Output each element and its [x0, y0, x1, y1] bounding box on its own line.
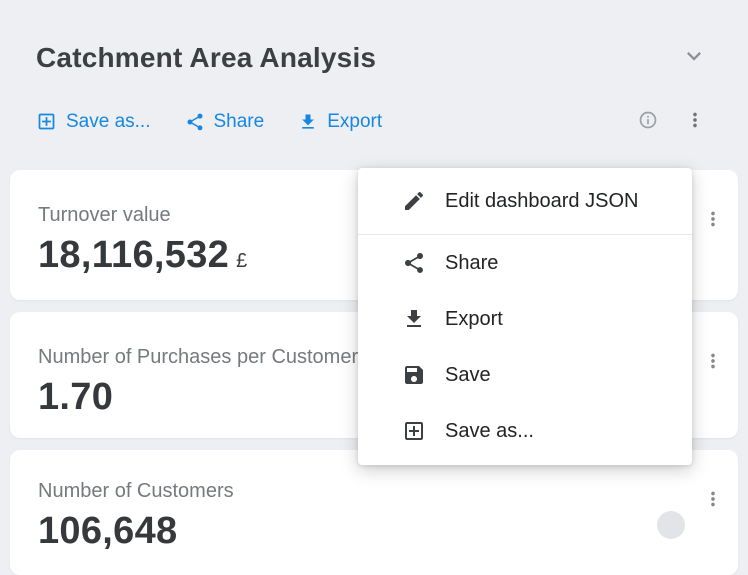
info-button[interactable]	[634, 106, 662, 137]
share-icon	[402, 251, 426, 275]
kpi-value: 18,116,532	[38, 234, 229, 277]
menu-item-label: Edit dashboard JSON	[445, 190, 638, 213]
menu-item-edit-dashboard-json[interactable]: Edit dashboard JSON	[358, 168, 692, 234]
dashboard-context-menu: Edit dashboard JSON Share Export Save	[358, 168, 692, 465]
card-menu-button[interactable]	[700, 486, 726, 515]
dashboard-header: Catchment Area Analysis Save as... Share	[0, 0, 748, 138]
pencil-icon	[402, 189, 426, 213]
menu-item-label: Share	[445, 252, 498, 275]
add-box-icon	[402, 419, 426, 443]
menu-item-export[interactable]: Export	[358, 291, 692, 347]
kebab-menu-icon	[684, 109, 706, 134]
add-box-icon	[36, 111, 57, 132]
download-icon	[402, 307, 426, 331]
chevron-down-icon	[680, 42, 708, 73]
info-icon	[638, 110, 658, 133]
circle-indicator	[657, 511, 685, 539]
kebab-menu-icon	[702, 350, 724, 375]
kpi-value-row: 106,648	[38, 510, 710, 553]
save-as-label: Save as...	[66, 111, 151, 133]
kpi-label: Number of Customers	[38, 480, 710, 503]
menu-item-label: Export	[445, 308, 503, 331]
share-icon	[185, 112, 205, 132]
card-menu-button[interactable]	[700, 206, 726, 235]
page-title: Catchment Area Analysis	[36, 42, 376, 74]
dashboard-screen: Catchment Area Analysis Save as... Share	[0, 0, 748, 575]
kpi-value: 106,648	[38, 510, 177, 553]
kpi-value: 1.70	[38, 376, 113, 419]
kpi-unit: £	[236, 250, 247, 273]
menu-item-share[interactable]: Share	[358, 235, 692, 291]
collapse-header-button[interactable]	[678, 40, 710, 75]
share-button[interactable]: Share	[185, 111, 265, 133]
share-label: Share	[214, 111, 265, 133]
menu-item-label: Save as...	[445, 420, 534, 443]
kpi-card-customers: Number of Customers 106,648	[10, 450, 738, 575]
save-icon	[402, 363, 426, 387]
kebab-menu-icon	[702, 488, 724, 513]
save-as-button[interactable]: Save as...	[36, 111, 151, 133]
card-menu-button[interactable]	[700, 348, 726, 377]
more-options-button[interactable]	[680, 105, 710, 138]
export-label: Export	[327, 111, 382, 133]
menu-item-label: Save	[445, 364, 491, 387]
export-button[interactable]: Export	[298, 111, 382, 133]
download-icon	[298, 112, 318, 132]
kebab-menu-icon	[702, 208, 724, 233]
menu-item-save-as[interactable]: Save as...	[358, 403, 692, 459]
menu-item-save[interactable]: Save	[358, 347, 692, 403]
toolbar: Save as... Share Export	[36, 105, 710, 138]
title-row: Catchment Area Analysis	[36, 40, 710, 75]
